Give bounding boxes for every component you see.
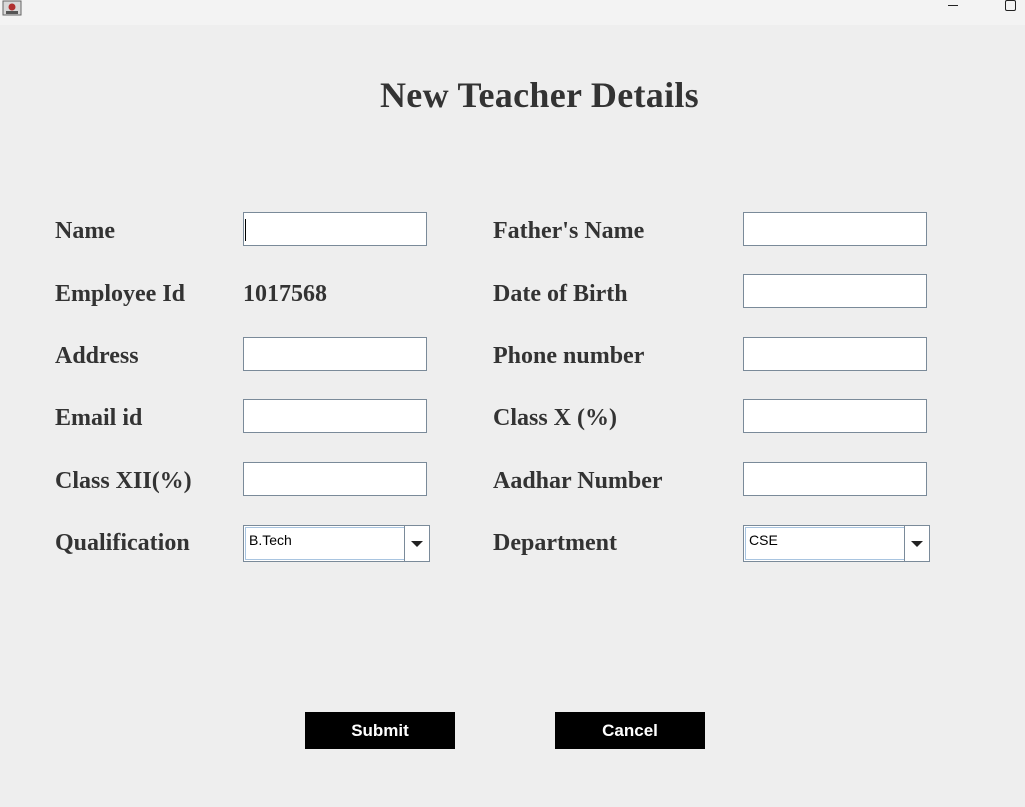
name-field[interactable]	[243, 212, 427, 246]
window-titlebar	[0, 0, 1025, 25]
class-x-label: Class X (%)	[493, 405, 617, 431]
minimize-icon	[948, 4, 958, 6]
dob-label: Date of Birth	[493, 281, 628, 307]
fathers-name-field[interactable]	[743, 212, 927, 246]
name-label: Name	[55, 218, 115, 244]
aadhar-label: Aadhar Number	[493, 468, 663, 494]
maximize-button[interactable]	[990, 0, 1025, 14]
chevron-down-icon	[911, 540, 923, 547]
maximize-icon	[1004, 0, 1016, 11]
department-label: Department	[493, 530, 617, 556]
java-app-icon	[2, 0, 22, 16]
qualification-label: Qualification	[55, 530, 190, 556]
chevron-down-icon	[411, 540, 423, 547]
page-title: New Teacher Details	[380, 75, 699, 115]
department-dropdown[interactable]: CSE	[743, 525, 930, 562]
dob-field[interactable]	[743, 274, 927, 308]
class-x-field[interactable]	[743, 399, 927, 433]
phone-field[interactable]	[743, 337, 927, 371]
email-label: Email id	[55, 405, 143, 431]
qualification-dropdown-button[interactable]	[404, 526, 429, 561]
employee-id-value: 1017568	[243, 281, 327, 307]
department-dropdown-button[interactable]	[904, 526, 929, 561]
qualification-dropdown[interactable]: B.Tech	[243, 525, 430, 562]
department-selected-value: CSE	[745, 527, 905, 560]
cancel-button[interactable]: Cancel	[555, 712, 705, 749]
fathers-name-label: Father's Name	[493, 218, 645, 244]
submit-button[interactable]: Submit	[305, 712, 455, 749]
class-xii-label: Class XII(%)	[55, 468, 192, 494]
employee-id-label: Employee Id	[55, 281, 186, 307]
email-field[interactable]	[243, 399, 427, 433]
address-field[interactable]	[243, 337, 427, 371]
address-label: Address	[55, 343, 139, 369]
phone-label: Phone number	[493, 343, 645, 369]
class-xii-field[interactable]	[243, 462, 427, 496]
text-caret	[245, 219, 246, 241]
aadhar-field[interactable]	[743, 462, 927, 496]
minimize-button[interactable]	[933, 0, 973, 14]
qualification-selected-value: B.Tech	[245, 527, 405, 560]
